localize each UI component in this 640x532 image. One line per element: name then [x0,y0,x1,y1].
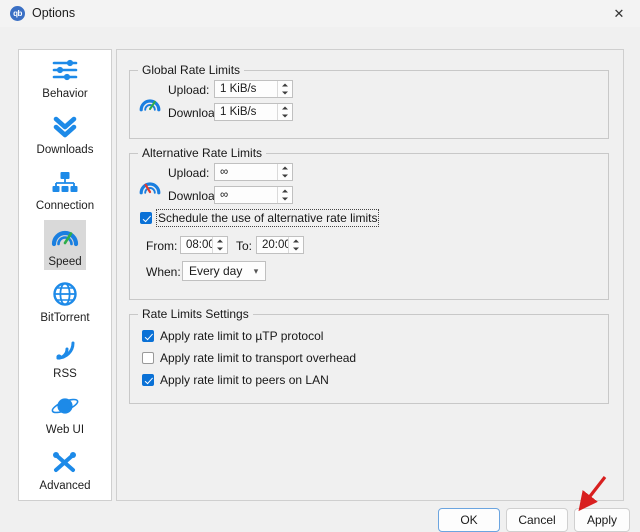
group-title: Alternative Rate Limits [138,146,266,160]
schedule-to-label: To: [236,239,252,253]
schedule-to-value: 20:00 [257,239,288,251]
sidebar-item-label: Advanced [39,479,90,493]
group-title: Global Rate Limits [138,63,244,77]
sidebar-item-behavior[interactable]: Behavior [19,50,111,106]
apply-rate-limit-lan-peers-checkbox[interactable]: Apply rate limit to peers on LAN [142,373,329,387]
spinbox-down-icon[interactable] [289,245,303,253]
schedule-when-dropdown[interactable]: Every day ▾ [182,261,266,281]
checkbox-box[interactable] [140,212,152,224]
spinbox-down-icon[interactable] [278,195,292,203]
sidebar-item-web-ui[interactable]: Web UI [19,386,111,442]
spinbox-up-icon[interactable] [278,104,292,112]
schedule-from-value: 08:00 [181,239,212,251]
global-download-spinbox[interactable]: 1 KiB/s [214,103,293,121]
schedule-from-label: From: [146,239,177,253]
speedometer-icon [43,222,87,254]
speedometer-red-icon [138,176,162,203]
schedule-when-value: Every day [183,264,247,278]
spinbox-buttons[interactable] [277,104,292,120]
alt-download-value: ∞ [215,189,277,201]
globe-icon [43,278,87,310]
sidebar-item-label: RSS [53,367,77,381]
ok-button[interactable]: OK [438,508,500,532]
spinbox-up-icon[interactable] [278,164,292,172]
network-tree-icon [43,166,87,198]
checkbox-label: Apply rate limit to µTP protocol [160,329,323,343]
rate-limits-settings-group: Rate Limits Settings Apply rate limit to… [129,314,609,404]
schedule-alt-limits-label: Schedule the use of alternative rate lim… [158,211,377,225]
spinbox-up-icon[interactable] [278,81,292,89]
checkbox-label: Apply rate limit to peers on LAN [160,373,329,387]
spinbox-buttons[interactable] [277,164,292,180]
double-chevron-down-icon [43,110,87,142]
sidebar-item-bittorrent[interactable]: BitTorrent [19,274,111,330]
options-sidebar: Behavior Downloads [18,49,112,501]
cancel-button[interactable]: Cancel [506,508,568,532]
alt-upload-label: Upload: [168,166,209,180]
global-rate-limits-group: Global Rate Limits Upload: 1 KiB/s Downl… [129,70,609,139]
options-dialog-body: Behavior Downloads [0,27,640,513]
sidebar-item-speed[interactable]: Speed [19,218,111,274]
sidebar-item-label: Speed [48,255,81,269]
apply-rate-limit-transport-overhead-checkbox[interactable]: Apply rate limit to transport overhead [142,351,356,365]
schedule-when-label: When: [146,265,181,279]
schedule-alt-limits-checkbox[interactable]: Schedule the use of alternative rate lim… [140,211,377,225]
spinbox-buttons[interactable] [277,81,292,97]
checkbox-box[interactable] [142,330,154,342]
sidebar-item-label: Web UI [46,423,84,437]
spinbox-down-icon[interactable] [213,245,227,253]
window-title: Options [32,6,75,20]
global-download-value: 1 KiB/s [215,106,277,118]
global-upload-label: Upload: [168,83,209,97]
sidebar-item-connection[interactable]: Connection [19,162,111,218]
sidebar-item-rss[interactable]: RSS [19,330,111,386]
apply-button[interactable]: Apply [574,508,630,532]
spinbox-down-icon[interactable] [278,172,292,180]
qbittorrent-logo-icon: qb [10,6,25,21]
spinbox-buttons[interactable] [277,187,292,203]
schedule-to-timebox[interactable]: 20:00 [256,236,304,254]
global-upload-spinbox[interactable]: 1 KiB/s [214,80,293,98]
schedule-from-timebox[interactable]: 08:00 [180,236,228,254]
apply-rate-limit-utp-checkbox[interactable]: Apply rate limit to µTP protocol [142,329,323,343]
sidebar-item-label: Downloads [37,143,94,157]
tools-icon [43,446,87,478]
alt-upload-spinbox[interactable]: ∞ [214,163,293,181]
checkbox-box[interactable] [142,374,154,386]
speedometer-green-icon [138,93,162,120]
alt-download-spinbox[interactable]: ∞ [214,186,293,204]
planet-icon [43,390,87,422]
spinbox-up-icon[interactable] [213,237,227,245]
spinbox-up-icon[interactable] [289,237,303,245]
sidebar-item-label: Connection [36,199,94,213]
global-upload-value: 1 KiB/s [215,83,277,95]
alt-upload-value: ∞ [215,166,277,178]
group-title: Rate Limits Settings [138,307,253,321]
sidebar-item-advanced[interactable]: Advanced [19,442,111,498]
options-content-panel: Global Rate Limits Upload: 1 KiB/s Downl… [116,49,624,501]
title-bar: qb Options ✕ [0,0,640,28]
alternative-rate-limits-group: Alternative Rate Limits Upload: ∞ Downlo… [129,153,609,300]
sidebar-item-label: Behavior [42,87,87,101]
spinbox-down-icon[interactable] [278,112,292,120]
close-icon[interactable]: ✕ [598,0,640,27]
spinbox-down-icon[interactable] [278,89,292,97]
spinbox-buttons[interactable] [212,237,227,253]
checkbox-label: Apply rate limit to transport overhead [160,351,356,365]
spinbox-buttons[interactable] [288,237,303,253]
rss-icon [43,334,87,366]
sidebar-item-label: BitTorrent [40,311,89,325]
checkbox-box[interactable] [142,352,154,364]
sidebar-item-downloads[interactable]: Downloads [19,106,111,162]
spinbox-up-icon[interactable] [278,187,292,195]
chevron-down-icon: ▾ [247,267,265,276]
sliders-icon [43,54,87,86]
